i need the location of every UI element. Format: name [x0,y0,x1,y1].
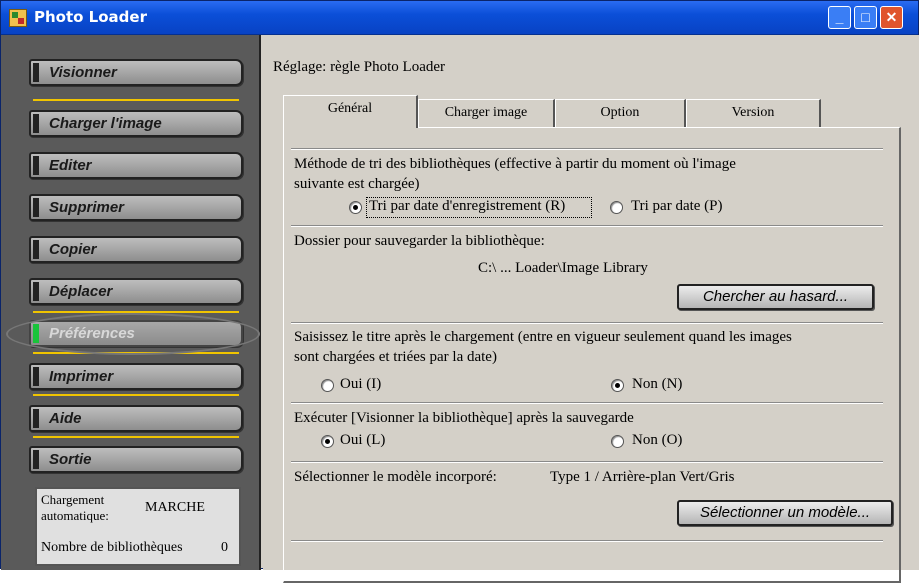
title-after-load-label: Saisissez le titre après le chargement (… [294,329,792,345]
run-view-yes-label[interactable]: Oui (L) [340,432,385,449]
settings-heading: Réglage: règle Photo Loader [273,59,446,75]
sidebar-item-sortie[interactable]: Sortie [29,446,243,473]
tab-option[interactable]: Option [555,99,686,127]
status-box: Chargement automatique: MARCHE Nombre de… [35,487,241,566]
photo-loader-app-icon [9,9,27,27]
sort-method-label: Méthode de tri des bibliothèques (effect… [294,156,736,172]
model-value: Type 1 / Arrière-plan Vert/Gris [550,469,735,485]
button-marker [33,198,39,217]
button-marker [33,156,39,175]
minimize-button[interactable]: _ [828,6,851,29]
button-marker [33,409,39,428]
button-marker [33,450,39,469]
sidebar-item-editer[interactable]: Editer [29,152,243,179]
library-folder-path: C:\ ... Loader\Image Library [478,260,648,276]
library-count-value: 0 [221,540,228,555]
title-after-load-no-radio[interactable] [611,379,624,392]
model-label: Sélectionner le modèle incorporé: [294,469,497,485]
highlight-ellipse [6,313,260,355]
sort-by-date-label[interactable]: Tri par date (P) [631,198,723,215]
title-after-load-yes-label[interactable]: Oui (I) [340,376,381,393]
window-title: Photo Loader [34,8,147,26]
library-folder-label: Dossier pour sauvegarder la bibliothèque… [294,233,545,249]
auto-load-label: Chargement [41,492,105,507]
tab-version[interactable]: Version [686,99,821,127]
select-model-button[interactable]: Sélectionner un modèle... [677,500,893,526]
button-marker [33,114,39,133]
sidebar-item-label: Supprimer [49,199,125,216]
sidebar-item-label: Aide [49,410,82,427]
title-bar[interactable]: Photo Loader _ □ ✕ [1,1,918,35]
title-after-load-label: sont chargées et triées par la date) [294,349,497,365]
title-after-load-yes-radio[interactable] [321,379,334,392]
auto-load-label: automatique: [41,508,109,523]
tab-general[interactable]: Général [283,95,418,128]
run-view-label: Exécuter [Visionner la bibliothèque] apr… [294,410,634,426]
browse-button[interactable]: Chercher au hasard... [677,284,874,310]
button-marker [33,240,39,259]
maximize-button[interactable]: □ [854,6,877,29]
separator [291,402,883,404]
auto-load-value: MARCHE [145,500,205,515]
sidebar-item-label: Editer [49,157,92,174]
sort-by-save-date-label[interactable]: Tri par date d'enregistrement (R) [369,198,565,215]
button-marker [33,63,39,82]
close-button[interactable]: ✕ [880,6,903,29]
sidebar-item-charger-image[interactable]: Charger l'image [29,110,243,137]
sidebar-item-label: Copier [49,241,97,258]
separator [291,540,883,542]
button-marker [33,367,39,386]
sidebar-item-copier[interactable]: Copier [29,236,243,263]
sidebar-item-label: Charger l'image [49,115,162,132]
sort-by-save-date-radio[interactable] [349,201,362,214]
separator [291,148,883,150]
settings-area: Réglage: règle Photo Loader Général Char… [263,35,919,583]
sort-method-label: suivante est chargée) [294,176,420,192]
sidebar-item-visionner[interactable]: Visionner [29,59,243,86]
sort-by-date-radio[interactable] [610,201,623,214]
library-count-label: Nombre de bibliothèques [41,540,183,555]
sidebar-item-label: Imprimer [49,368,114,385]
title-after-load-no-label[interactable]: Non (N) [632,376,682,393]
sidebar-item-deplacer[interactable]: Déplacer [29,278,243,305]
sidebar-item-label: Déplacer [49,283,113,300]
sidebar-item-supprimer[interactable]: Supprimer [29,194,243,221]
run-view-no-label[interactable]: Non (O) [632,432,682,449]
separator [291,322,883,324]
sidebar-item-label: Sortie [49,451,92,468]
divider [33,99,239,101]
photo-loader-window: Photo Loader _ □ ✕ Visionner Charger l'i… [0,0,919,583]
run-view-yes-radio[interactable] [321,435,334,448]
run-view-no-radio[interactable] [611,435,624,448]
divider [33,394,239,396]
sidebar-item-label: Visionner [49,64,117,81]
button-marker [33,282,39,301]
separator [291,225,883,227]
sidebar-item-aide[interactable]: Aide [29,405,243,432]
divider [33,436,239,438]
separator [291,461,883,463]
tab-charger-image[interactable]: Charger image [418,99,555,127]
sidebar-item-imprimer[interactable]: Imprimer [29,363,243,390]
